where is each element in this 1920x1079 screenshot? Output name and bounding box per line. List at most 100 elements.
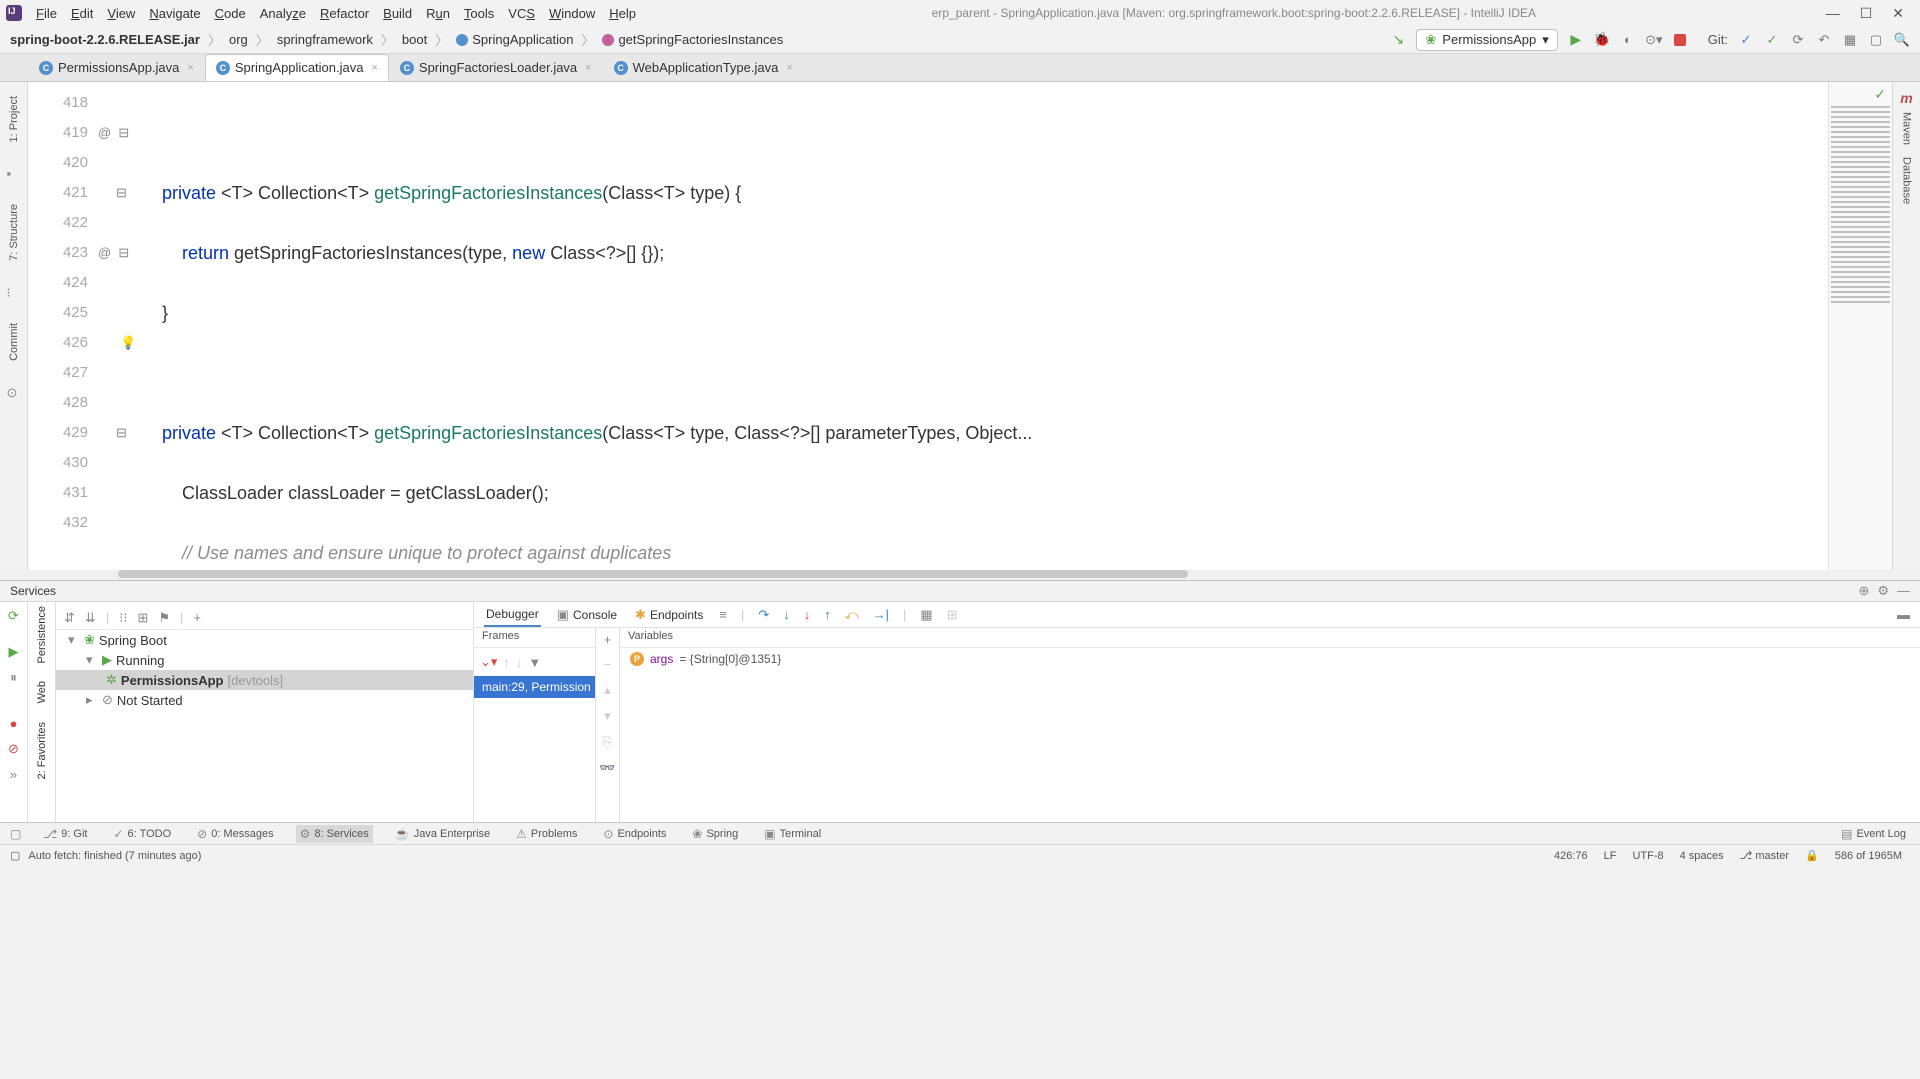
tab-springapplication[interactable]: CSpringApplication.java× bbox=[205, 54, 389, 81]
collapse-all-icon[interactable]: ⇊ bbox=[85, 610, 96, 626]
mute-breakpoints-button[interactable]: ⊘ bbox=[8, 741, 19, 757]
tab-webapplicationtype[interactable]: CWebApplicationType.java× bbox=[603, 54, 804, 81]
bottom-messages[interactable]: ⊘0: Messages bbox=[193, 825, 277, 843]
maven-tool-tab[interactable]: Maven bbox=[1899, 106, 1915, 151]
add-service-button[interactable]: + bbox=[193, 610, 201, 625]
down-icon[interactable]: ▾ bbox=[604, 708, 611, 724]
tab-permissionsapp[interactable]: CPermissionsApp.java× bbox=[28, 54, 205, 81]
flag-icon[interactable]: ⚑ bbox=[158, 610, 170, 626]
filter-icon[interactable]: ⁝⁝ bbox=[119, 610, 127, 626]
git-update-button[interactable]: ✓ bbox=[1738, 32, 1754, 48]
tab-debugger[interactable]: Debugger bbox=[484, 603, 541, 627]
tab-console[interactable]: ▣Console bbox=[555, 603, 619, 627]
menu-build[interactable]: Build bbox=[377, 4, 418, 23]
resume-button[interactable]: ▶ bbox=[9, 644, 19, 660]
frame-item[interactable]: main:29, Permission bbox=[474, 676, 595, 698]
tab-endpoints[interactable]: ✱Endpoints bbox=[633, 603, 705, 627]
git-branch[interactable]: ⎇ master bbox=[1732, 849, 1797, 862]
favorites-tab[interactable]: 2: Favorites bbox=[36, 722, 48, 779]
debug-button[interactable]: 🐞 bbox=[1594, 32, 1610, 48]
rerun-button[interactable]: ⟳ bbox=[8, 608, 19, 624]
settings-icon[interactable]: ⚙ bbox=[1877, 583, 1889, 599]
toolbox-button[interactable]: ▦ bbox=[1842, 32, 1858, 48]
close-icon[interactable]: × bbox=[786, 62, 792, 74]
pause-button[interactable]: ⏸ bbox=[10, 670, 17, 686]
menu-tools[interactable]: Tools bbox=[458, 4, 500, 23]
build-icon[interactable]: ↘ bbox=[1390, 32, 1406, 48]
editor-horizontal-scrollbar[interactable] bbox=[0, 570, 1920, 580]
intention-bulb-icon[interactable]: 💡 bbox=[120, 328, 136, 358]
menu-vcs[interactable]: VCS bbox=[502, 4, 541, 23]
bottom-services[interactable]: ⚙8: Services bbox=[296, 825, 373, 843]
encoding[interactable]: UTF-8 bbox=[1624, 850, 1671, 862]
menu-help[interactable]: Help bbox=[603, 4, 642, 23]
breadcrumb-jar[interactable]: spring-boot-2.2.6.RELEASE.jar bbox=[10, 32, 200, 47]
thread-selector[interactable]: ⌄▾ bbox=[480, 654, 497, 670]
step-out-icon[interactable]: ↑ bbox=[824, 607, 831, 622]
menu-view[interactable]: View bbox=[101, 4, 141, 23]
menu-code[interactable]: Code bbox=[209, 4, 252, 23]
tab-springfactoriesloader[interactable]: CSpringFactoriesLoader.java× bbox=[389, 54, 603, 81]
menu-run[interactable]: Run bbox=[420, 4, 456, 23]
git-commit-button[interactable]: ✓ bbox=[1764, 32, 1780, 48]
status-icon[interactable]: ▢ bbox=[10, 849, 20, 862]
cursor-position[interactable]: 426:76 bbox=[1546, 850, 1596, 862]
close-icon[interactable]: × bbox=[585, 62, 591, 74]
focus-icon[interactable]: ⊕ bbox=[1858, 583, 1869, 599]
minimize-button[interactable]: — bbox=[1826, 5, 1840, 22]
run-config-selector[interactable]: ❀ PermissionsApp ▾ bbox=[1416, 29, 1557, 51]
tool-windows-icon[interactable]: ▢ bbox=[10, 827, 21, 841]
bottom-git[interactable]: ⎇9: Git bbox=[39, 825, 91, 843]
glasses-icon[interactable]: 👓 bbox=[599, 760, 615, 776]
layout-icon[interactable]: ▬ bbox=[1897, 607, 1910, 622]
close-icon[interactable]: × bbox=[187, 62, 193, 74]
web-tab[interactable]: Web bbox=[36, 681, 48, 703]
code-content[interactable]: private <T> Collection<T> getSpringFacto… bbox=[142, 82, 1828, 570]
memory-indicator[interactable]: 586 of 1965M bbox=[1827, 850, 1910, 862]
persistence-tab[interactable]: Persistence bbox=[36, 606, 48, 663]
breadcrumb-pkg[interactable]: springframework bbox=[277, 32, 373, 47]
close-icon[interactable]: × bbox=[371, 62, 377, 74]
bottom-spring[interactable]: ❀Spring bbox=[688, 825, 742, 843]
tree-node-app[interactable]: ✲PermissionsApp [devtools] bbox=[56, 670, 473, 690]
menu-edit[interactable]: Edit bbox=[65, 4, 99, 23]
bottom-terminal[interactable]: ▣Terminal bbox=[760, 825, 825, 843]
bottom-javaee[interactable]: ☕Java Enterprise bbox=[391, 825, 494, 843]
menu-navigate[interactable]: Navigate bbox=[143, 4, 206, 23]
breakpoints-button[interactable]: ● bbox=[10, 716, 18, 731]
breadcrumb-pkg[interactable]: org bbox=[229, 32, 248, 47]
add-watch-icon[interactable]: + bbox=[604, 632, 612, 647]
more-button[interactable]: » bbox=[10, 767, 17, 782]
git-history-button[interactable]: ⟳ bbox=[1790, 32, 1806, 48]
next-frame-icon[interactable]: ↓ bbox=[516, 655, 523, 670]
editor-minimap[interactable]: ✓ bbox=[1828, 82, 1892, 570]
variable-row[interactable]: P args = {String[0]@1351} bbox=[620, 648, 1920, 670]
expand-all-icon[interactable]: ⇵ bbox=[64, 610, 75, 626]
filter-frames-icon[interactable]: ▼ bbox=[528, 655, 541, 670]
evaluate-icon[interactable]: ▦ bbox=[920, 607, 932, 623]
run-button[interactable]: ▶ bbox=[1568, 32, 1584, 48]
tree-node-notstarted[interactable]: ▸⊘Not Started bbox=[56, 690, 473, 710]
tree-node-running[interactable]: ▾▶Running bbox=[56, 650, 473, 670]
indent[interactable]: 4 spaces bbox=[1672, 850, 1732, 862]
settings-button[interactable]: ▢ bbox=[1868, 32, 1884, 48]
menu-refactor[interactable]: Refactor bbox=[314, 4, 375, 23]
up-icon[interactable]: ▴ bbox=[604, 682, 611, 698]
prev-frame-icon[interactable]: ↑ bbox=[503, 655, 510, 670]
database-tool-tab[interactable]: Database bbox=[1899, 151, 1915, 210]
minimize-icon[interactable]: — bbox=[1897, 583, 1910, 599]
commit-tool-tab[interactable]: Commit bbox=[6, 317, 22, 367]
remove-icon[interactable]: − bbox=[604, 657, 612, 672]
step-into-icon[interactable]: ↓ bbox=[783, 607, 790, 622]
run-to-cursor-icon[interactable]: →| bbox=[873, 607, 889, 622]
breadcrumb-class[interactable]: SpringApplication bbox=[472, 32, 573, 47]
code-editor[interactable]: 418419420 421422423 424425426 427428429 … bbox=[28, 82, 1892, 570]
menu-file[interactable]: File bbox=[30, 4, 63, 23]
maximize-button[interactable]: ☐ bbox=[1860, 5, 1873, 22]
group-icon[interactable]: ⊞ bbox=[137, 610, 148, 626]
profile-button[interactable]: ⊙▾ bbox=[1646, 32, 1662, 48]
drop-frame-icon[interactable]: ⤺ bbox=[845, 607, 859, 623]
bottom-endpoints[interactable]: ⊙Endpoints bbox=[599, 825, 670, 843]
bottom-todo[interactable]: ✓6: TODO bbox=[109, 825, 175, 843]
readonly-lock-icon[interactable]: 🔒 bbox=[1797, 849, 1827, 862]
